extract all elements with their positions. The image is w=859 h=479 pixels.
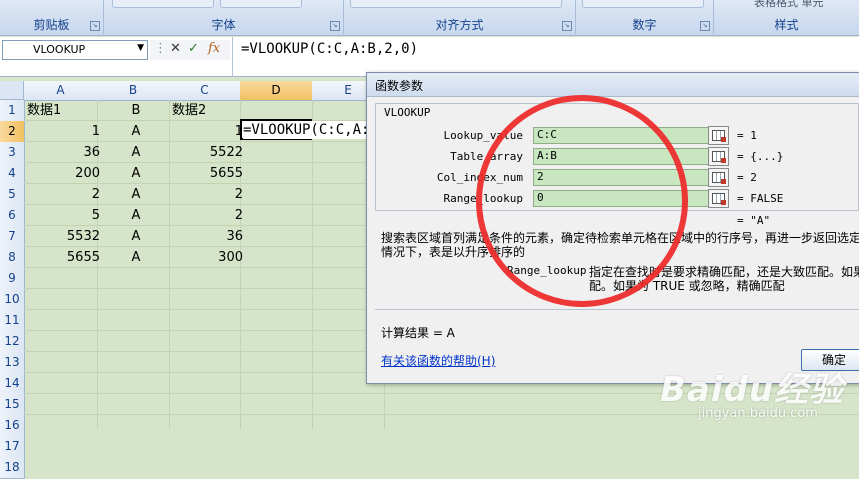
ribbon-group-styles: 表格格式 单元 样式 — [714, 0, 859, 36]
cell-a4[interactable]: 200 — [24, 163, 103, 184]
baidu-watermark: Baidu经验 jingyan.baidu.com — [660, 362, 859, 429]
ribbon-group-label-styles: 样式 — [774, 18, 799, 32]
separator-icon: ⋮ — [154, 41, 167, 56]
cell-c2[interactable]: 1 — [169, 121, 246, 142]
active-cell-formula: =VLOOKUP(C:C,A:B — [243, 121, 378, 139]
font-size-dropdown[interactable] — [220, 0, 302, 8]
clipboard-launcher-icon[interactable]: ↘ — [90, 21, 100, 31]
font-name-dropdown[interactable] — [112, 0, 214, 8]
cell-b6[interactable]: A — [97, 205, 175, 226]
alignment-launcher-icon[interactable]: ↘ — [562, 21, 572, 31]
cell-b7[interactable]: A — [97, 226, 175, 247]
column-header-d[interactable]: D — [240, 81, 313, 101]
cell-c8[interactable]: 300 — [169, 247, 246, 268]
font-launcher-icon[interactable]: ↘ — [330, 21, 340, 31]
calc-result: 计算结果 = A — [381, 326, 455, 340]
row-header-6[interactable]: 6 — [0, 205, 25, 227]
ribbon: 剪贴板 ↘ 字体 ↘ 对齐方式 ↘ 数字 ↘ 表格格式 单元 样式 — [0, 0, 859, 36]
row-header-11[interactable]: 11 — [0, 310, 25, 332]
row-header-16[interactable]: 16 — [0, 415, 25, 437]
divider — [375, 309, 859, 310]
row-header-2[interactable]: 2 — [0, 121, 25, 143]
range-select-icon[interactable] — [708, 126, 729, 145]
formula-bar: VLOOKUP ▼ ⋮ ✕ ✓ fx =VLOOKUP(C:C,A:B,2,0) — [0, 37, 859, 77]
range-select-icon[interactable] — [708, 168, 729, 187]
row-header-12[interactable]: 12 — [0, 331, 25, 353]
cell-b3[interactable]: A — [97, 142, 175, 163]
ribbon-group-clipboard: 剪贴板 ↘ — [0, 0, 104, 36]
function-name: VLOOKUP — [381, 106, 434, 119]
ribbon-group-label-alignment: 对齐方式 — [435, 18, 484, 32]
cell-c5[interactable]: 2 — [169, 184, 246, 205]
cancel-icon[interactable]: ✕ — [170, 41, 181, 56]
row-headers: 1 2 3 4 5 6 7 8 9 10 11 12 13 14 15 16 1… — [0, 100, 25, 479]
row-header-10[interactable]: 10 — [0, 289, 25, 311]
cell-a8[interactable]: 5655 — [24, 247, 103, 268]
name-box[interactable]: VLOOKUP ▼ — [2, 40, 148, 60]
arg-result-range-lookup: = FALSE — [737, 192, 784, 205]
row-header-5[interactable]: 5 — [0, 184, 25, 206]
format-as-table-button[interactable]: 表格格式 单元 — [754, 0, 824, 10]
row-header-14[interactable]: 14 — [0, 373, 25, 395]
row-header-7[interactable]: 7 — [0, 226, 25, 248]
ribbon-group-label-number: 数字 — [632, 18, 657, 32]
column-header-a[interactable]: A — [24, 81, 98, 101]
cell-c3[interactable]: 5522 — [169, 142, 246, 163]
ribbon-group-label-clipboard: 剪贴板 — [33, 18, 70, 32]
overall-result: = "A" — [737, 214, 771, 227]
grid-line — [312, 100, 313, 429]
cell-a6[interactable]: 5 — [24, 205, 103, 226]
row-header-4[interactable]: 4 — [0, 163, 25, 185]
cell-b2[interactable]: A — [97, 121, 175, 142]
number-launcher-icon[interactable]: ↘ — [700, 21, 710, 31]
cell-a2[interactable]: 1 — [24, 121, 103, 142]
ribbon-group-font: 字体 ↘ — [104, 0, 344, 36]
number-format-dropdown[interactable] — [582, 0, 704, 8]
alignment-buttons[interactable] — [350, 0, 562, 8]
chevron-down-icon[interactable]: ▼ — [137, 43, 144, 53]
row-header-1[interactable]: 1 — [0, 100, 25, 122]
row-header-9[interactable]: 9 — [0, 268, 25, 290]
cell-a7[interactable]: 5532 — [24, 226, 103, 247]
row-header-17[interactable]: 17 — [0, 436, 25, 458]
cell-b5[interactable]: A — [97, 184, 175, 205]
active-cell-d2[interactable]: =VLOOKUP(C:C,A:B — [240, 119, 378, 140]
cell-a5[interactable]: 2 — [24, 184, 103, 205]
column-header-c[interactable]: C — [169, 81, 241, 101]
column-header-b[interactable]: B — [97, 81, 170, 101]
help-link[interactable]: 有关该函数的帮助(H) — [381, 352, 495, 369]
cell-b4[interactable]: A — [97, 163, 175, 184]
row-header-8[interactable]: 8 — [0, 247, 25, 269]
watermark-url: jingyan.baidu.com — [698, 406, 818, 421]
insert-function-icon[interactable]: fx — [208, 41, 220, 56]
watermark-logo: Baidu经验 — [660, 370, 845, 410]
ribbon-group-alignment: 对齐方式 ↘ — [344, 0, 576, 36]
cell-a3[interactable]: 36 — [24, 142, 103, 163]
cell-c1[interactable]: 数据2 — [169, 100, 246, 121]
dialog-title[interactable]: 函数参数 — [367, 73, 859, 97]
formula-buttons: ⋮ ✕ ✓ fx — [150, 40, 230, 60]
arg-result-table-array: = {...} — [737, 150, 784, 163]
row-header-13[interactable]: 13 — [0, 352, 25, 374]
row-header-15[interactable]: 15 — [0, 394, 25, 416]
ribbon-group-label-font: 字体 — [211, 18, 236, 32]
arg-result-col-index-num: = 2 — [737, 171, 757, 184]
row-header-18[interactable]: 18 — [0, 457, 25, 479]
arg-result-lookup-value: = 1 — [737, 129, 757, 142]
cell-b8[interactable]: A — [97, 247, 175, 268]
range-select-icon[interactable] — [708, 189, 729, 208]
cell-a1[interactable]: 数据1 — [24, 100, 103, 121]
formula-input[interactable]: =VLOOKUP(C:C,A:B,2,0) — [232, 37, 859, 77]
cell-c4[interactable]: 5655 — [169, 163, 246, 184]
select-all-corner[interactable] — [0, 81, 24, 100]
cell-c7[interactable]: 36 — [169, 226, 246, 247]
cell-c6[interactable]: 2 — [169, 205, 246, 226]
ribbon-group-number: 数字 ↘ — [576, 0, 714, 36]
row-header-3[interactable]: 3 — [0, 142, 25, 164]
enter-icon[interactable]: ✓ — [188, 41, 199, 56]
annotation-circle — [476, 95, 688, 307]
cell-b1[interactable]: B — [97, 100, 175, 121]
name-box-value: VLOOKUP — [33, 43, 86, 56]
range-select-icon[interactable] — [708, 147, 729, 166]
